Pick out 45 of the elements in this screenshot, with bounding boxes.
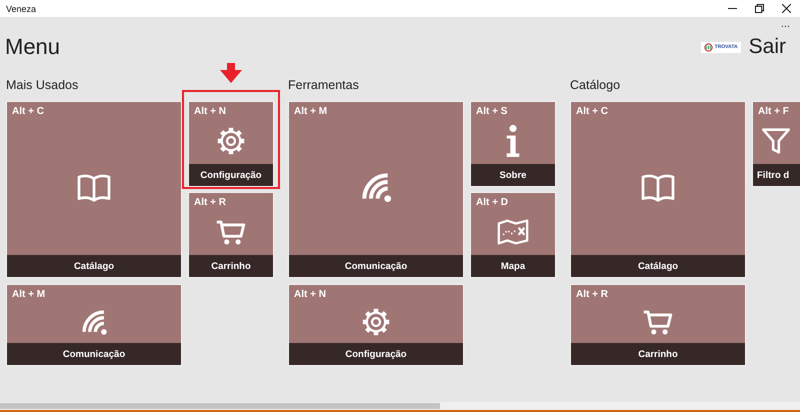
menu-tile[interactable]: Alt + N Configuração (188, 101, 274, 187)
menu-tile[interactable]: Alt + R Carrinho (570, 284, 746, 366)
page-title: Menu (5, 34, 62, 60)
scrollbar-thumb[interactable] (0, 403, 440, 409)
exit-button[interactable]: Sair (748, 35, 786, 59)
tile-label: Carrinho (189, 255, 273, 277)
menu-tile[interactable]: Alt + R Carrinho (188, 192, 274, 278)
tile-label: Comunicação (289, 255, 463, 277)
tile-label: Catálago (571, 255, 745, 277)
tile-label: Sobre (471, 164, 555, 186)
menu-tile[interactable]: Alt + D Mapa (470, 192, 556, 278)
menu-tile[interactable]: Alt + N Configuração (288, 284, 464, 366)
tile-label: Configuração (189, 164, 273, 186)
more-button[interactable]: ... (780, 17, 790, 31)
shortcut-label: Alt + M (11, 288, 46, 301)
close-icon (782, 4, 791, 13)
tile-label: Catálago (7, 255, 181, 277)
tile-label: Mapa (471, 255, 555, 277)
tile-label: Filtro d (753, 164, 800, 186)
section-heading: Mais Usados (6, 77, 80, 93)
shortcut-label: Alt + S (475, 105, 508, 118)
shortcut-label: Alt + C (11, 105, 45, 118)
menu-tile[interactable]: Alt + M Comunicação (288, 101, 464, 278)
tile-label: Carrinho (571, 343, 745, 365)
down-arrow-icon (220, 63, 242, 83)
menu-tile[interactable]: Alt + F Filtro d (752, 101, 800, 187)
tile-label: Configuração (289, 343, 463, 365)
shortcut-label: Alt + N (293, 288, 327, 301)
menu-tile[interactable]: Alt + S Sobre (470, 101, 556, 187)
shortcut-label: Alt + R (193, 196, 227, 209)
section-heading: Ferramentas (288, 77, 360, 93)
shortcut-label: Alt + C (575, 105, 609, 118)
window-title: Veneza (5, 4, 38, 14)
horizontal-scrollbar[interactable] (0, 402, 800, 410)
shortcut-label: Alt + D (475, 196, 509, 209)
section-heading: Catálogo (570, 77, 622, 93)
menu-tile[interactable]: Alt + M Comunicação (6, 284, 182, 366)
menu-tile[interactable]: Alt + C Catálago (6, 101, 182, 278)
shortcut-label: Alt + M (293, 105, 328, 118)
restore-icon (755, 4, 764, 13)
tile-label: Comunicação (7, 343, 181, 365)
shortcut-label: Alt + R (575, 288, 609, 301)
menu-tile[interactable]: Alt + C Catálago (570, 101, 746, 278)
shortcut-label: Alt + F (757, 105, 790, 118)
shortcut-label: Alt + N (193, 105, 227, 118)
